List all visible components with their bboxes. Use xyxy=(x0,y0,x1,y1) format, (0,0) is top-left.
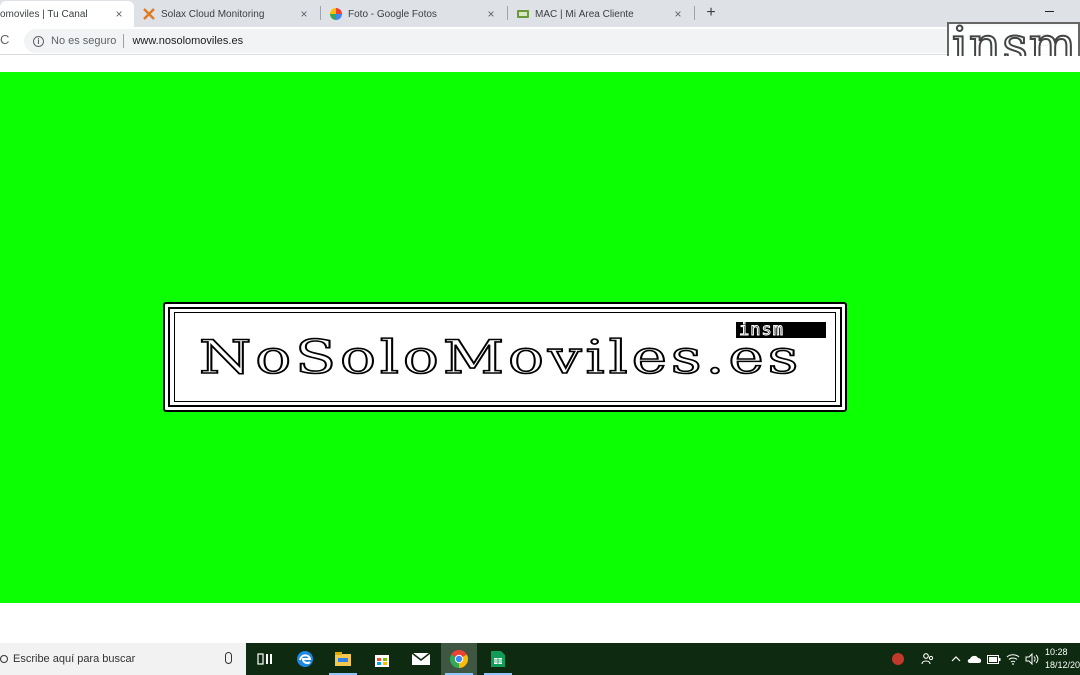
antivirus-tray-icon[interactable] xyxy=(888,643,908,675)
mac-favicon-icon xyxy=(517,10,529,18)
tab-strip: omoviles | Tu Canal × Solax Cloud Monito… xyxy=(0,0,1080,27)
nosolomoviles-logo[interactable]: insm NoSoloMoviles.es xyxy=(163,302,847,412)
browser-toolbar: C i No es seguro www.nosolomoviles.es ☆ xyxy=(0,27,1080,55)
logo-text: NoSoloMoviles.es xyxy=(198,329,803,385)
sheets-icon[interactable] xyxy=(480,643,516,675)
page-background: insm NoSoloMoviles.es xyxy=(0,72,1080,603)
close-tab-icon[interactable]: × xyxy=(671,7,685,21)
wifi-icon[interactable] xyxy=(1005,643,1021,675)
tab-title: Solax Cloud Monitoring xyxy=(161,8,265,20)
close-tab-icon[interactable]: × xyxy=(112,7,126,21)
battery-icon[interactable] xyxy=(986,643,1002,675)
mail-icon[interactable] xyxy=(403,643,439,675)
people-icon[interactable] xyxy=(918,643,938,675)
reload-icon[interactable]: C xyxy=(0,33,14,47)
minimize-window-button[interactable] xyxy=(1043,3,1057,17)
url-text[interactable]: www.nosolomoviles.es xyxy=(132,35,243,47)
volume-icon[interactable] xyxy=(1023,643,1041,675)
task-view-icon[interactable] xyxy=(247,643,283,675)
page-bottom-margin xyxy=(0,603,1080,643)
tab-title: MAC | Mi Área Cliente xyxy=(535,8,634,20)
close-tab-icon[interactable]: × xyxy=(297,7,311,21)
clock-date: 18/12/20 xyxy=(1045,660,1080,670)
tab-title: omoviles | Tu Canal xyxy=(0,8,88,20)
taskbar-search[interactable]: Escribe aquí para buscar xyxy=(0,643,246,675)
solax-favicon-icon xyxy=(143,8,155,20)
tab-separator xyxy=(320,6,321,20)
minimize-icon xyxy=(1045,11,1054,12)
tab-separator xyxy=(694,6,695,20)
search-placeholder: Escribe aquí para buscar xyxy=(13,653,136,665)
tab-separator xyxy=(507,6,508,20)
tab-nosolomoviles[interactable]: omoviles | Tu Canal × xyxy=(0,1,134,27)
file-explorer-icon[interactable] xyxy=(325,643,361,675)
security-status[interactable]: No es seguro xyxy=(51,35,116,47)
page-top-margin xyxy=(0,56,1080,72)
edge-icon[interactable] xyxy=(287,643,323,675)
chrome-icon[interactable] xyxy=(441,643,477,675)
system-clock[interactable]: 10:28 18/12/20 xyxy=(1045,646,1080,672)
microphone-icon[interactable] xyxy=(225,652,232,664)
close-tab-icon[interactable]: × xyxy=(484,7,498,21)
google-photos-icon xyxy=(330,8,342,20)
onedrive-icon[interactable] xyxy=(966,643,984,675)
taskbar: Escribe aquí para buscar 10:28 18/12/20 xyxy=(0,643,1080,675)
search-icon xyxy=(0,655,8,663)
info-icon[interactable]: i xyxy=(33,35,44,47)
address-divider xyxy=(123,34,125,48)
address-bar[interactable]: i No es seguro www.nosolomoviles.es xyxy=(24,29,1024,53)
store-icon[interactable] xyxy=(364,643,400,675)
new-tab-button[interactable]: + xyxy=(702,4,720,22)
screen: omoviles | Tu Canal × Solax Cloud Monito… xyxy=(0,0,1080,675)
show-hidden-icons-icon[interactable] xyxy=(948,643,964,675)
tab-solax[interactable]: Solax Cloud Monitoring × xyxy=(137,1,319,27)
tab-mac-area-cliente[interactable]: MAC | Mi Área Cliente × xyxy=(511,1,693,27)
tab-title: Foto - Google Fotos xyxy=(348,8,437,20)
tab-google-fotos[interactable]: Foto - Google Fotos × xyxy=(324,1,506,27)
clock-time: 10:28 xyxy=(1045,647,1068,657)
